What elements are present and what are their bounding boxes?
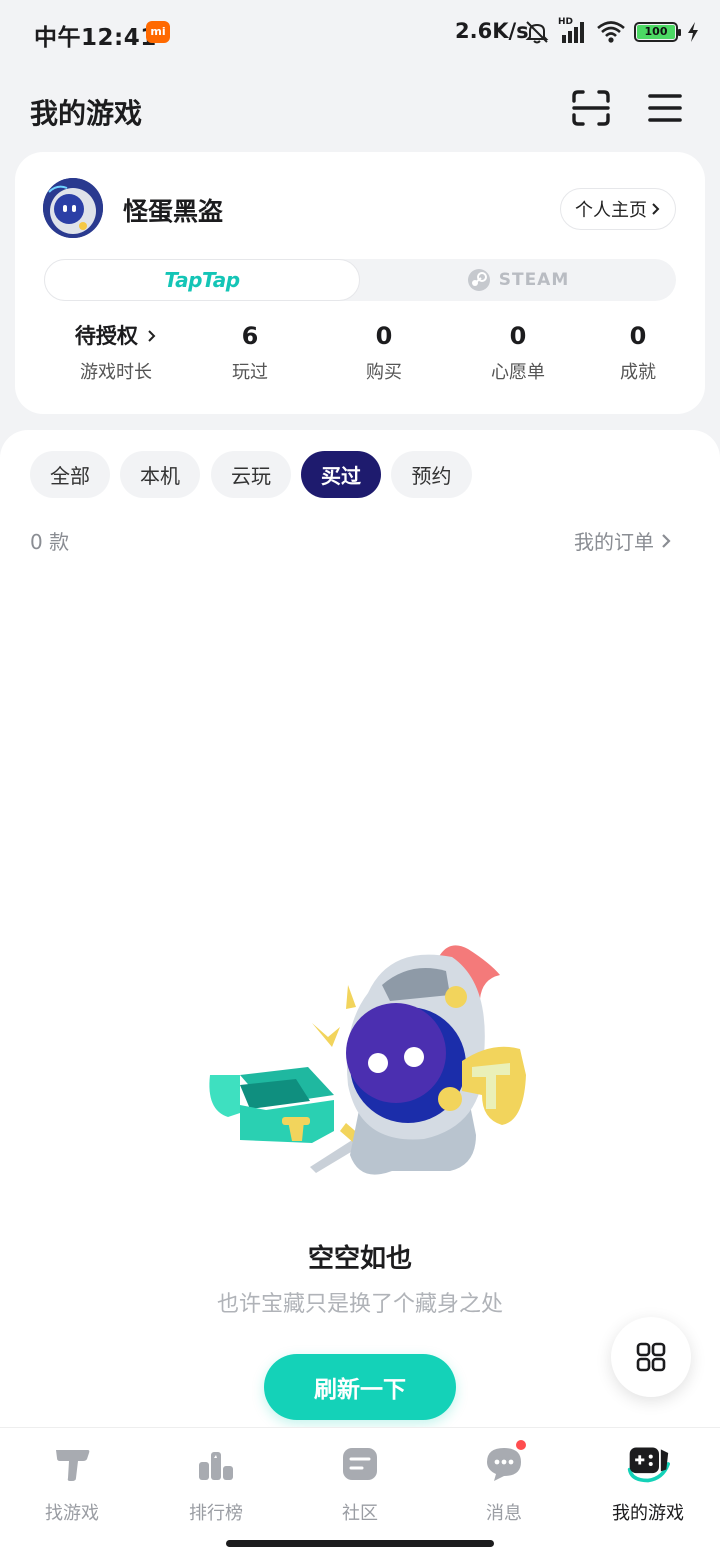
platform-tab-steam[interactable]: STEAM	[360, 259, 676, 301]
message-icon	[482, 1438, 528, 1486]
nav-item-messages[interactable]: 消息	[432, 1438, 576, 1532]
scan-button[interactable]	[569, 86, 613, 130]
grid-icon	[636, 1342, 666, 1372]
platform-switch: TapTap STEAM	[44, 259, 676, 301]
stat-value: 0	[629, 322, 647, 350]
nav-item-my-games[interactable]: 我的游戏	[576, 1442, 720, 1532]
screen: 中午12:41 mi 2.6K/s HD 100 我的游戏 怪蛋黑盗 个人主页 …	[0, 0, 720, 1560]
notification-dot	[514, 1438, 528, 1452]
username: 怪蛋黑盗	[123, 197, 224, 226]
gamepad-icon	[626, 1442, 670, 1486]
stat-playtime-value: 待授权	[74, 324, 138, 348]
ranking-icon	[194, 1442, 238, 1486]
nav-label: 社区	[342, 1503, 378, 1524]
nav-item-find-games[interactable]: 找游戏	[0, 1442, 144, 1532]
profile-card: 怪蛋黑盗 个人主页 TapTap STEAM 待授权 游戏时长 6 玩过 0 购…	[15, 152, 705, 414]
nav-label: 排行榜	[189, 1503, 243, 1524]
profile-page-link[interactable]: 个人主页	[560, 188, 676, 230]
mute-bell-icon	[525, 21, 549, 44]
signal-icon: HD	[558, 17, 588, 45]
game-count: 0 款	[30, 530, 70, 554]
stat-value: 6	[241, 322, 259, 350]
nav-item-rankings[interactable]: 排行榜	[144, 1442, 288, 1532]
network-speed: 2.6K/s	[455, 19, 529, 43]
mi-badge: mi	[146, 21, 170, 43]
platform-tab-taptap[interactable]: TapTap	[44, 259, 360, 301]
charging-icon	[688, 22, 698, 42]
community-icon	[338, 1442, 382, 1486]
stat-label: 游戏时长	[80, 362, 152, 383]
empty-state-title: 空空如也	[307, 1244, 412, 1274]
my-orders-link[interactable]: 我的订单	[574, 526, 672, 555]
stat-played[interactable]: 6 玩过	[185, 320, 315, 384]
empty-treasure-knight-illustration	[209, 945, 526, 1175]
profile-link-label: 个人主页	[575, 200, 647, 221]
status-icons: HD 100	[524, 16, 700, 48]
wifi-icon	[597, 21, 625, 43]
home-indicator[interactable]	[226, 1540, 494, 1547]
filter-chip-reserved[interactable]: 预约	[391, 451, 472, 498]
stat-achievements[interactable]: 0 成就	[573, 320, 703, 384]
stat-label: 购买	[366, 362, 402, 383]
avatar[interactable]	[43, 178, 103, 238]
battery-level: 100	[637, 25, 675, 39]
stat-playtime[interactable]: 待授权 游戏时长	[51, 320, 181, 384]
filter-chip-cloud[interactable]: 云玩	[211, 451, 291, 498]
refresh-button[interactable]: 刷新一下	[264, 1354, 456, 1420]
stats-row: 待授权 游戏时长 6 玩过 0 购买 0 心愿单 0 成就	[15, 320, 705, 384]
game-list-panel: 全部 本机 云玩 买过 预约 0 款 我的订单 空空如也 也许宝藏只是换了个藏身…	[0, 430, 720, 1430]
grid-view-button[interactable]	[611, 1317, 691, 1397]
steam-icon	[467, 269, 490, 291]
nav-item-community[interactable]: 社区	[288, 1442, 432, 1532]
filter-chip-local[interactable]: 本机	[120, 451, 200, 498]
stat-value: 0	[375, 322, 393, 350]
nav-label: 找游戏	[45, 1503, 99, 1524]
status-time: 中午12:41	[34, 25, 157, 51]
robot-avatar-icon	[43, 178, 103, 238]
stat-value: 0	[509, 322, 527, 350]
scan-icon	[572, 90, 610, 126]
filter-chip-purchased[interactable]: 买过	[301, 451, 381, 498]
stat-wishlist[interactable]: 0 心愿单	[453, 320, 583, 384]
battery-icon: 100	[634, 22, 681, 42]
steam-label: STEAM	[498, 270, 570, 290]
stat-label: 玩过	[232, 362, 268, 383]
orders-link-label: 我的订单	[574, 530, 654, 554]
filter-chip-all[interactable]: 全部	[30, 451, 110, 498]
menu-button[interactable]	[643, 86, 687, 130]
taptap-logo: TapTap	[164, 268, 240, 292]
nav-label: 我的游戏	[612, 1503, 684, 1524]
empty-state-subtitle: 也许宝藏只是换了个藏身之处	[216, 1292, 503, 1317]
taptap-icon	[50, 1442, 94, 1486]
page-title: 我的游戏	[30, 97, 143, 130]
status-bar: 中午12:41 mi 2.6K/s HD 100	[0, 0, 720, 64]
chevron-right-icon	[652, 203, 660, 215]
stat-label: 心愿单	[491, 362, 545, 383]
chevron-right-icon	[662, 533, 671, 548]
stat-value: 待授权	[51, 320, 181, 352]
stat-purchased[interactable]: 0 购买	[319, 320, 449, 384]
stat-label: 成就	[620, 362, 656, 383]
chevron-right-icon	[148, 330, 156, 342]
nav-label: 消息	[486, 1503, 522, 1524]
menu-icon	[648, 94, 682, 122]
